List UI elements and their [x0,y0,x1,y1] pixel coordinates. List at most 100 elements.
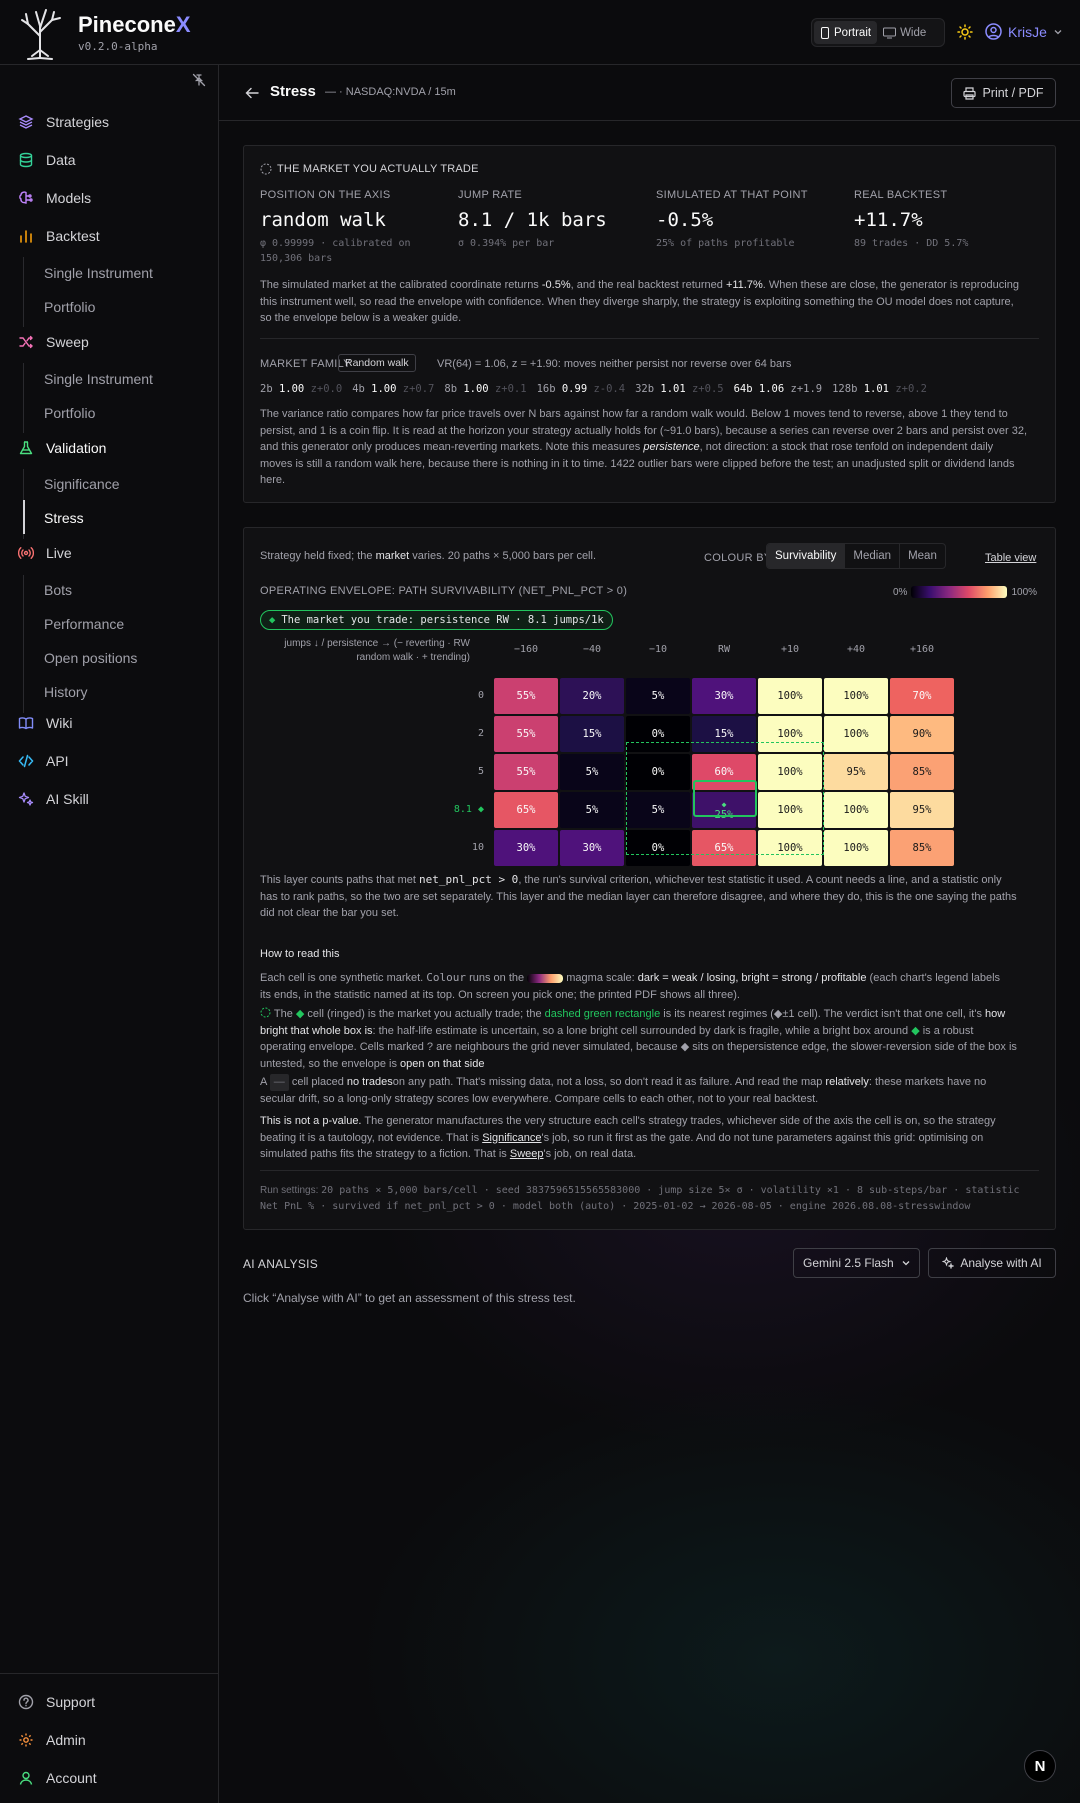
heatmap-cell[interactable]: 55% [494,754,558,790]
sidebar-item-sweep-portfolio[interactable]: Portfolio [44,405,95,421]
sidebar-item-ai-skill[interactable]: AI Skill [18,791,89,807]
sidebar-item-backtest-portfolio[interactable]: Portfolio [44,299,95,315]
wide-button[interactable]: Wide [877,21,932,44]
heatmap-cell[interactable]: 65% [692,830,756,866]
heatmap-cell[interactable]: 0% [626,716,690,752]
significance-link[interactable]: Significance [482,1132,541,1144]
diamond-icon: ◆ [911,1024,920,1037]
sidebar-item-api[interactable]: API [18,753,69,769]
heatmap-cell[interactable]: 30% [560,830,624,866]
heatmap-cell[interactable]: 100% [824,716,888,752]
heatmap-cell[interactable]: 65% [494,792,558,828]
sidebar-item-performance[interactable]: Performance [44,616,124,632]
mode-median-button[interactable]: Median [844,544,899,568]
ai-model-value: Gemini 2.5 Flash [803,1256,894,1270]
vr-z: z-0.4 [593,383,626,395]
column-header: +40 [846,644,866,655]
row-header: 5 [477,766,484,777]
heatmap-cell[interactable]: 95% [890,792,954,828]
heatmap-cell[interactable]: 70% [890,678,954,714]
sidebar-item-sweep-single[interactable]: Single Instrument [44,371,153,387]
intro-part: Strategy held fixed; the [260,550,376,562]
heatmap-cell[interactable]: 95% [824,754,888,790]
sidebar-item-stress[interactable]: Stress [44,510,84,526]
sidebar-item-data[interactable]: Data [18,152,76,168]
h2-part: untested, so the envelope is [260,1057,401,1070]
heatmap-cell[interactable]: 100% [758,716,822,752]
next-badge[interactable]: N [1024,1750,1056,1782]
heatmap-cell[interactable]: 0% [626,830,690,866]
howto-ring: The ◆ cell (ringed) is the market you ac… [260,1006,1050,1072]
sidebar-item-sweep[interactable]: Sweep [18,334,89,350]
table-view-link[interactable]: Table view [985,550,1036,567]
unpin-icon[interactable] [192,73,206,87]
heatmap-cell[interactable]: 100% [758,754,822,790]
p2-part: , not direction: a stock that rose tenfo… [699,441,994,453]
sidebar-item-open-positions[interactable]: Open positions [44,650,137,666]
brand-name[interactable]: PineconeX [78,12,191,38]
heatmap-cell[interactable]: 0% [626,754,690,790]
tree-logo-icon [21,9,61,60]
ai-model-select[interactable]: Gemini 2.5 Flash [793,1248,920,1278]
h2-part: is a robust [919,1024,974,1037]
vr-value: 1.01 [863,383,896,395]
heatmap-cell[interactable]: 100% [758,830,822,866]
heatmap-cell[interactable]: 90% [890,716,954,752]
sun-icon[interactable] [957,24,973,40]
heatmap-cell[interactable]: 5% [560,792,624,828]
portrait-button[interactable]: Portrait [814,21,878,44]
sidebar-item-strategies[interactable]: Strategies [18,114,109,130]
envelope-card: Strategy held fixed; the market varies. … [243,527,1056,1230]
sidebar-item-admin[interactable]: Admin [18,1732,86,1748]
heatmap-cell[interactable]: 85% [890,754,954,790]
heatmap-cell[interactable]: 30% [692,678,756,714]
h4-part: 's job, on real data. [543,1148,637,1160]
column-header: +160 [909,644,935,655]
vr-z: z+0.1 [494,383,527,395]
heatmap-cell[interactable]: 55% [494,716,558,752]
chevron-down-icon [902,1261,910,1266]
sidebar-item-bots[interactable]: Bots [44,582,72,598]
heatmap-cell[interactable]: 100% [758,792,822,828]
heatmap-cell[interactable]: 30% [494,830,558,866]
heatmap-cell[interactable]: 55% [494,678,558,714]
family-text: VR(64) = 1.06, z = +1.90: moves neither … [437,358,792,370]
heatmap-cell[interactable]: 5% [626,792,690,828]
mode-mean-button[interactable]: Mean [899,544,945,568]
print-pdf-button[interactable]: Print / PDF [951,78,1056,108]
sidebar-item-backtest[interactable]: Backtest [18,228,100,244]
sidebar-item-account[interactable]: Account [18,1770,97,1786]
heatmap-cell[interactable]: 5% [626,678,690,714]
heatmap-cell[interactable]: 15% [692,716,756,752]
sidebar-item-live[interactable]: Live [18,545,72,561]
vr-z: z+0.5 [691,383,724,395]
heatmap-cell[interactable]: 100% [824,678,888,714]
analyse-with-ai-button[interactable]: Analyse with AI [928,1248,1056,1278]
sidebar-item-models[interactable]: Models [18,190,91,206]
arrow-left-icon[interactable] [245,87,259,99]
heatmap-cell[interactable]: 100% [824,830,888,866]
ai-analysis-title: AI ANALYSIS [243,1257,319,1271]
layer-line: has to rank paths, so the two are set se… [260,890,1017,903]
sidebar-item-significance[interactable]: Significance [44,476,120,492]
sidebar-item-backtest-single[interactable]: Single Instrument [44,265,153,281]
heatmap-cell[interactable]: 60% [692,754,756,790]
sidebar-item-history[interactable]: History [44,684,88,700]
user-menu[interactable]: KrisJe [985,23,1063,40]
h2-emph: how [985,1008,1006,1020]
sidebar-item-validation[interactable]: Validation [18,440,106,456]
sidebar-item-wiki[interactable]: Wiki [18,715,72,731]
heatmap-cell[interactable]: 100% [824,792,888,828]
sweep-link[interactable]: Sweep [510,1148,544,1160]
heatmap-cell[interactable]: 20% [560,678,624,714]
h3-line: secular drift, so a long-only strategy s… [260,1092,819,1105]
mode-survivability-button[interactable]: Survivability [767,544,845,568]
heatmap-cell[interactable]: 85% [890,830,954,866]
sidebar-label: Backtest [46,228,100,244]
heatmap-cell[interactable]: 15% [560,716,624,752]
heatmap-cell[interactable]: ◆ 25% [692,792,756,828]
heatmap-cell[interactable]: 100% [758,678,822,714]
sidebar-item-support[interactable]: Support [18,1694,95,1710]
sidebar-label: Sweep [46,334,89,350]
heatmap-cell[interactable]: 5% [560,754,624,790]
